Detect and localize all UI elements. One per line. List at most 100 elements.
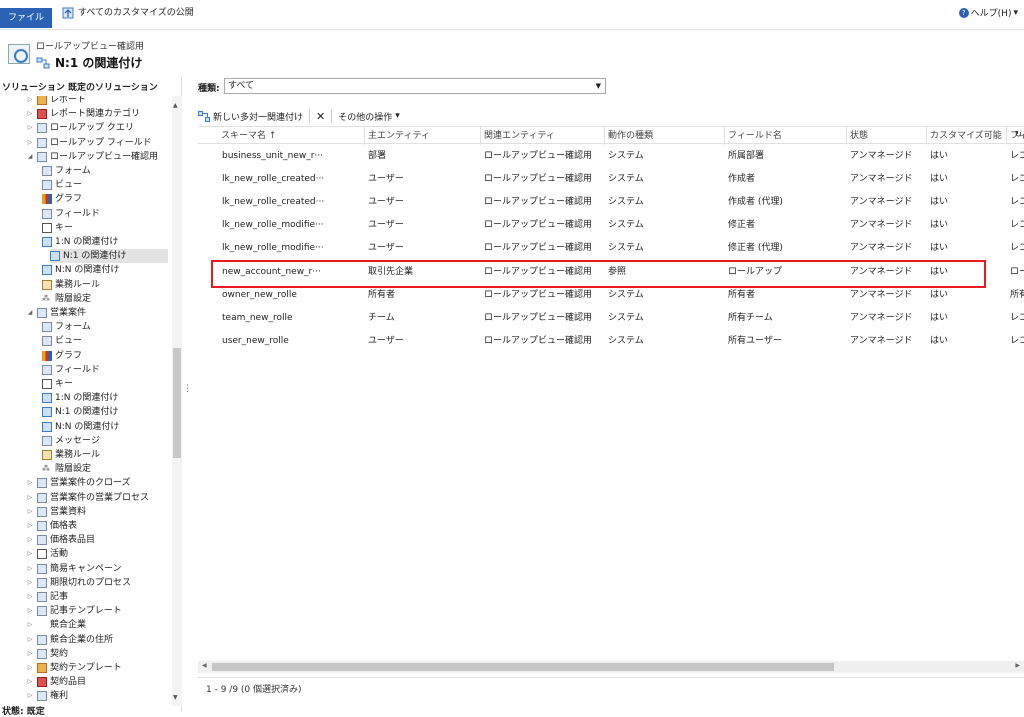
sidebar-item[interactable]: ▷ 契約テンプレート	[28, 661, 122, 675]
sidebar-scroll-thumb[interactable]	[173, 348, 181, 458]
sidebar-item[interactable]: ▷ レポート	[28, 96, 86, 107]
collapsed-arrow-icon[interactable]: ▷	[26, 675, 34, 689]
sidebar-item[interactable]: ビュー	[42, 334, 82, 348]
sidebar-item[interactable]: キー	[42, 221, 73, 235]
refresh-icon[interactable]: ↻	[1014, 130, 1022, 140]
table-row[interactable]: new_account_new_r··· 取引先企業 ロールアップビュー確認用 参照 ロ…	[198, 261, 1024, 284]
scroll-up-icon[interactable]: ▲	[173, 102, 178, 109]
scroll-down-icon[interactable]: ▼	[173, 694, 178, 701]
sidebar-item[interactable]: 1:N の関連付け	[42, 235, 118, 249]
collapsed-arrow-icon[interactable]: ▷	[26, 476, 34, 490]
collapsed-arrow-icon[interactable]: ▷	[26, 533, 34, 547]
collapsed-arrow-icon[interactable]: ▷	[26, 647, 34, 661]
sidebar-item[interactable]: ▷ 契約品目	[28, 675, 86, 689]
sidebar-item[interactable]: ▷ 価格表品目	[28, 533, 95, 547]
grid-horizontal-scrollbar[interactable]: ◀ ▶	[198, 661, 1024, 673]
sidebar-item[interactable]: ▷ 権利	[28, 689, 68, 703]
scroll-left-icon[interactable]: ◀	[202, 662, 207, 669]
sidebar-item[interactable]: ▷ 価格表	[28, 519, 77, 533]
sidebar-item[interactable]: ▷ 活動	[28, 547, 68, 561]
file-button[interactable]: ファイル	[0, 8, 52, 28]
collapsed-arrow-icon[interactable]: ▷	[26, 519, 34, 533]
more-actions-button[interactable]: その他の操作 ▾	[332, 110, 406, 123]
sidebar-item[interactable]: ◢ 営業案件	[28, 306, 86, 320]
column-header[interactable]: 動作の種類	[604, 127, 722, 145]
sidebar-item[interactable]: ▷ 営業資料	[28, 505, 86, 519]
collapsed-arrow-icon[interactable]: ▷	[26, 576, 34, 590]
sidebar-item[interactable]: メッセージ	[42, 434, 100, 448]
horizontal-scroll-thumb[interactable]	[212, 663, 834, 671]
sidebar-item[interactable]: N:N の関連付け	[42, 420, 119, 434]
table-row[interactable]: lk_new_rolle_modifie··· ユーザー ロールアップビュー確認用 シ…	[198, 214, 1024, 237]
collapsed-arrow-icon[interactable]: ▷	[26, 618, 34, 632]
collapsed-arrow-icon[interactable]: ▷	[26, 121, 34, 135]
sidebar-item[interactable]: ▷ 記事テンプレート	[28, 604, 122, 618]
scroll-right-icon[interactable]: ▶	[1015, 662, 1020, 669]
column-header[interactable]: カスタマイズ可能	[926, 127, 1004, 145]
collapsed-arrow-icon[interactable]: ▷	[26, 562, 34, 576]
help-menu[interactable]: ? ヘルプ(H) ▾	[958, 6, 1018, 19]
publish-all-button[interactable]: すべてのカスタマイズの公開	[62, 5, 194, 21]
column-header[interactable]: スキーマ名 ↑	[218, 127, 362, 145]
sidebar-item[interactable]: グラフ	[42, 192, 82, 206]
column-header[interactable]: 関連エンティティ	[480, 127, 602, 145]
sidebar-item[interactable]: ▷ 競合企業の住所	[28, 633, 113, 647]
table-row[interactable]: team_new_rolle チーム ロールアップビュー確認用 システム 所有チーム アン…	[198, 307, 1024, 330]
sidebar-item-label: メッセージ	[55, 435, 100, 446]
sidebar-item[interactable]: N:1 の関連付け	[42, 405, 118, 419]
column-header[interactable]: フィールド名	[724, 127, 844, 145]
collapsed-arrow-icon[interactable]: ▷	[26, 505, 34, 519]
table-row[interactable]: lk_new_rolle_created··· ユーザー ロールアップビュー確認用 シ…	[198, 191, 1024, 214]
sidebar-item[interactable]: ▷ 簡易キャンペーン	[28, 562, 122, 576]
collapsed-arrow-icon[interactable]: ▷	[26, 689, 34, 703]
sidebar-scrollbar[interactable]: ▲ ▼	[172, 96, 182, 706]
pane-splitter[interactable]: ⋮	[183, 384, 192, 394]
collapsed-arrow-icon[interactable]: ▷	[26, 604, 34, 618]
sidebar-item[interactable]: フィールド	[42, 207, 100, 221]
delete-button[interactable]: ✕	[310, 110, 331, 123]
sidebar-item[interactable]: N:1 の関連付け	[50, 249, 168, 264]
type-filter-select[interactable]: すべて ▼	[224, 78, 606, 94]
sidebar-item[interactable]: ビュー	[42, 178, 82, 192]
collapsed-arrow-icon[interactable]: ▷	[26, 547, 34, 561]
table-row[interactable]: lk_new_rolle_created··· ユーザー ロールアップビュー確認用 シ…	[198, 168, 1024, 191]
sidebar-item[interactable]: ⁂ 階層設定	[42, 292, 91, 306]
sidebar-item[interactable]: 業務ルール	[42, 278, 100, 292]
collapsed-arrow-icon[interactable]: ▷	[26, 491, 34, 505]
table-row[interactable]: business_unit_new_r··· 部署 ロールアップビュー確認用 システム…	[198, 145, 1024, 168]
sidebar-item[interactable]: ▷ ロールアップ フィールド	[28, 136, 152, 150]
sidebar-item[interactable]: ▷ ロールアップ クエリ	[28, 121, 134, 135]
sidebar-item[interactable]: ▷ 営業案件のクローズ	[28, 476, 131, 490]
sidebar-item[interactable]: グラフ	[42, 349, 82, 363]
expanded-arrow-icon[interactable]: ◢	[26, 306, 34, 320]
sidebar-item[interactable]: N:N の関連付け	[42, 263, 119, 277]
table-row[interactable]: user_new_rolle ユーザー ロールアップビュー確認用 システム 所有ユーザー…	[198, 330, 1024, 353]
sidebar-item[interactable]: ▷ 契約	[28, 647, 68, 661]
table-row[interactable]: lk_new_rolle_modifie··· ユーザー ロールアップビュー確認用 シ…	[198, 237, 1024, 260]
sidebar-item[interactable]: ▷ 営業案件の営業プロセス	[28, 491, 149, 505]
sidebar-item[interactable]: キー	[42, 377, 73, 391]
column-header[interactable]: 主エンティティ	[364, 127, 478, 145]
sidebar-item[interactable]: ▷ 競合企業	[28, 618, 86, 632]
collapsed-arrow-icon[interactable]: ▷	[26, 107, 34, 121]
sidebar-item[interactable]: フィールド	[42, 363, 100, 377]
sidebar-item[interactable]: ◢ ロールアップビュー確認用	[28, 150, 158, 164]
new-n1-relationship-button[interactable]: 新しい多対一関連付け	[198, 110, 309, 123]
collapsed-arrow-icon[interactable]: ▷	[26, 136, 34, 150]
table-row[interactable]: owner_new_rolle 所有者 ロールアップビュー確認用 システム 所有者 アンマ…	[198, 284, 1024, 307]
column-header[interactable]: 状態	[846, 127, 924, 145]
collapsed-arrow-icon[interactable]: ▷	[26, 96, 34, 107]
expanded-arrow-icon[interactable]: ◢	[26, 150, 34, 164]
sidebar-item[interactable]: フォーム	[42, 164, 91, 178]
sidebar-item[interactable]: ⁂ 階層設定	[42, 462, 91, 476]
sidebar-item[interactable]: 1:N の関連付け	[42, 391, 118, 405]
collapsed-arrow-icon[interactable]: ▷	[26, 633, 34, 647]
sidebar-item[interactable]: ▷ 記事	[28, 590, 68, 604]
collapsed-arrow-icon[interactable]: ▷	[26, 661, 34, 675]
sidebar-item[interactable]: 業務ルール	[42, 448, 100, 462]
sidebar-item[interactable]: フォーム	[42, 320, 91, 334]
sidebar-item[interactable]: ▷ 期限切れのプロセス	[28, 576, 131, 590]
sidebar-item[interactable]: ▷ レポート関連カテゴリ	[28, 107, 140, 121]
table-cell: 所属部署	[728, 151, 765, 161]
collapsed-arrow-icon[interactable]: ▷	[26, 590, 34, 604]
